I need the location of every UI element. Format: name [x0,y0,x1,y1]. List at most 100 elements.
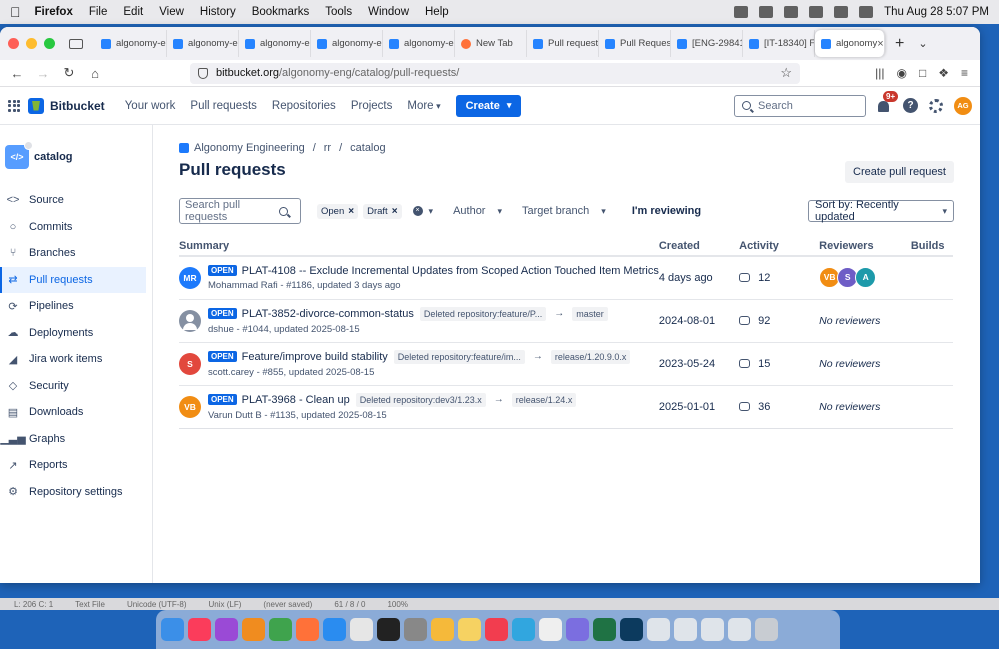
breadcrumb-project[interactable]: rr [324,142,331,154]
table-row[interactable]: VB OPEN PLAT-3968 - Clean up Deleted reposi… [179,385,953,429]
home-button[interactable]: ⌂ [84,66,106,81]
menu-firefox[interactable]: Firefox [35,6,73,18]
new-tab-button[interactable]: + [895,35,904,53]
browser-tab[interactable]: algonomy-en [383,30,455,57]
sidebar-item-downloads[interactable]: ▤ Downloads [0,399,152,426]
settings-gear-icon[interactable] [929,98,943,113]
default-user-avatar-icon[interactable] [179,309,201,332]
browser-tab[interactable]: algonomy-en [95,30,167,57]
textedit-icon[interactable] [539,618,562,641]
browser-tab[interactable]: algonomy-en [311,30,383,57]
search-pull-requests-input[interactable]: Search pull requests [179,198,301,224]
tips-icon[interactable] [458,618,481,641]
bbedit-icon[interactable] [566,618,589,641]
apple-menu-icon[interactable]:  [10,4,21,20]
menu-window[interactable]: Window [368,6,409,18]
table-row[interactable]: MR OPEN PLAT-4108 -- Exclude Incremental U… [179,256,953,300]
bookmark-star-icon[interactable]: ☆ [780,65,792,81]
forward-button[interactable]: → [32,66,54,81]
wifi-icon[interactable] [809,6,824,18]
filter-chip-open[interactable]: Open × [317,203,359,219]
help-icon[interactable]: ? [903,98,918,113]
browser-tab-active[interactable]: algonomy × [815,30,885,57]
table-row[interactable]: S OPEN Feature/improve build stability Dele… [179,342,953,386]
library-icon[interactable]: ||| [875,66,884,80]
remove-chip-icon[interactable]: × [348,206,354,217]
podcasts-icon[interactable] [215,618,238,641]
sidebar-item-repository-settings[interactable]: ⚙ Repository settings [0,479,152,506]
trash-icon[interactable] [755,618,778,641]
photos-icon[interactable] [431,618,454,641]
create-button[interactable]: Create [455,94,522,117]
author-avatar[interactable]: MR [179,266,201,289]
app-switcher-icon[interactable] [8,99,20,112]
sidebar-item-deployments[interactable]: ☁ Deployments [0,320,152,347]
table-row[interactable]: OPEN PLAT-3852-divorce-common-status Delet… [179,299,953,343]
menu-help[interactable]: Help [425,6,449,18]
pr-title-link[interactable]: Feature/improve build stability [242,351,388,363]
vlc-icon[interactable] [242,618,265,641]
safari-icon[interactable] [323,618,346,641]
browser-tab[interactable]: algonomy-en [167,30,239,57]
launchpad-icon[interactable] [350,618,373,641]
close-tab-icon[interactable]: × [877,38,883,50]
nav-pull-requests[interactable]: Pull requests [190,100,256,112]
sidebar-item-graphs[interactable]: ▁▃▅ Graphs [0,426,152,453]
author-filter-dropdown[interactable]: Author ▾ [453,205,502,217]
sidebar-item-reports[interactable]: ↗ Reports [0,452,152,479]
sidebar-item-security[interactable]: ◇ Security [0,373,152,400]
search-spotlight-icon[interactable] [834,6,849,18]
battery-icon[interactable] [784,6,799,18]
pr-title-link[interactable]: PLAT-3852-divorce-common-status [242,308,414,320]
system-settings-icon[interactable] [404,618,427,641]
repo-header[interactable]: </> catalog [0,141,152,169]
browser-tab[interactable]: [ENG-29841 [671,30,743,57]
browser-tab[interactable]: Pull requests [527,30,599,57]
back-button[interactable]: ← [6,66,28,81]
sidebar-item-source[interactable]: <> Source [0,187,152,214]
minimized-window-icon[interactable] [701,618,724,641]
finder-icon[interactable] [161,618,184,641]
remove-chip-icon[interactable]: × [392,206,398,217]
menu-edit[interactable]: Edit [123,6,143,18]
author-avatar[interactable]: VB [179,395,201,418]
tracking-protection-icon[interactable] [198,67,208,79]
status-dropdown-chevron-icon[interactable]: ▾ [429,206,434,217]
nav-your-work[interactable]: Your work [125,100,176,112]
bitbucket-logo-icon[interactable] [28,97,44,114]
sidebar-item-branches[interactable]: ⑂ Branches [0,240,152,267]
nav-more[interactable]: More [407,100,440,112]
news-icon[interactable] [485,618,508,641]
extensions-icon[interactable]: ❖ [938,66,949,80]
sidebar-item-jira-work-items[interactable]: ◢ Jira work items [0,346,152,373]
menu-view[interactable]: View [159,6,184,18]
sidebar-item-commits[interactable]: ○ Commits [0,214,152,241]
app-icon[interactable] [620,618,643,641]
clear-filters-icon[interactable]: × [412,206,423,216]
breadcrumb-repo[interactable]: catalog [350,142,385,154]
tab-list-chevron-icon[interactable]: ⌄ [918,37,927,50]
menu-file[interactable]: File [89,6,108,18]
global-search-input[interactable]: Search [734,94,866,117]
app-status-icon[interactable] [759,6,774,18]
sort-dropdown[interactable]: Sort by: Recently updated ▾ [808,199,954,223]
menu-bookmarks[interactable]: Bookmarks [252,6,310,18]
menu-history[interactable]: History [200,6,236,18]
sidebar-item-pipelines[interactable]: ⟳ Pipelines [0,293,152,320]
music-icon[interactable] [188,618,211,641]
sidebar-item-pull-requests[interactable]: ⇄ Pull requests [0,266,146,293]
nav-projects[interactable]: Projects [351,100,393,112]
close-window-button[interactable] [8,38,19,49]
reload-button[interactable]: ↻ [58,65,80,81]
product-name[interactable]: Bitbucket [50,99,105,113]
menu-tools[interactable]: Tools [325,6,352,18]
nav-repositories[interactable]: Repositories [272,100,336,112]
notifications-button[interactable]: 9+ [878,90,899,113]
minimize-window-button[interactable] [26,38,37,49]
browser-tab[interactable]: Pull Request [599,30,671,57]
excel-icon[interactable] [593,618,616,641]
im-reviewing-filter-button[interactable]: I'm reviewing [632,205,701,217]
zoom-window-button[interactable] [44,38,55,49]
minimized-window-icon[interactable] [728,618,751,641]
reviewer-avatar[interactable]: A [855,267,877,289]
